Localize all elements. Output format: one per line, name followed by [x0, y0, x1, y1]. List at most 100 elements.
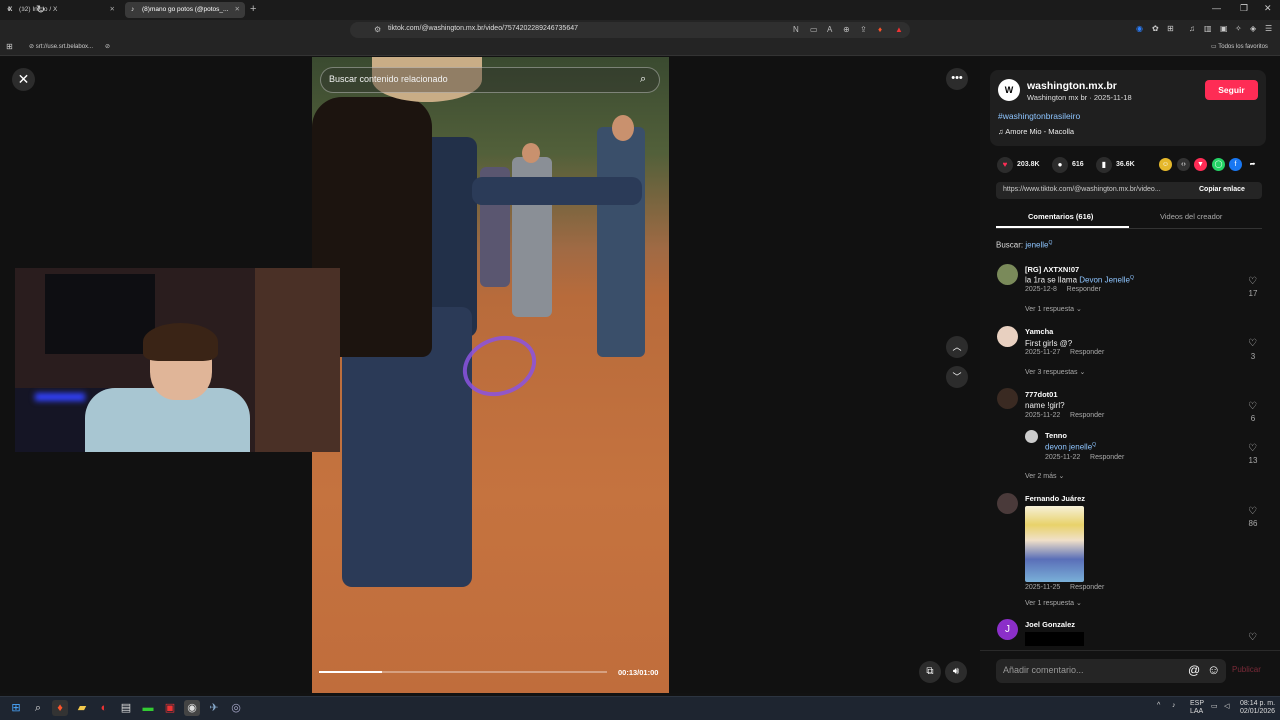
app-icon[interactable]: ▤ — [118, 700, 134, 716]
comment-avatar[interactable] — [997, 326, 1018, 347]
reply-avatar[interactable] — [1025, 430, 1038, 443]
tab-creator-videos[interactable]: Videos del creador — [1160, 212, 1222, 221]
close-window-icon[interactable]: ✕ — [1264, 3, 1272, 14]
reply-button[interactable]: Responder — [1070, 412, 1104, 419]
terminal-icon[interactable]: ▬ — [140, 700, 156, 716]
comment-like-icon[interactable]: ♡ — [1248, 443, 1257, 454]
tab-comments[interactable]: Comentarios (616) — [1028, 212, 1093, 221]
reply-button[interactable]: Responder — [1067, 286, 1101, 293]
forward-icon[interactable]: › — [22, 3, 26, 15]
reply-author[interactable]: Tenno — [1045, 431, 1067, 440]
reply-button[interactable]: Responder — [1070, 584, 1104, 591]
floating-player-button[interactable]: ⧉ — [919, 661, 941, 683]
post-comment-button[interactable]: Publicar — [1232, 665, 1261, 674]
media-icon[interactable]: ♫ — [1189, 24, 1195, 33]
reply-button[interactable]: Responder — [1070, 349, 1104, 356]
comment-like-icon[interactable]: ♡ — [1248, 506, 1257, 517]
save-button[interactable]: ▮ — [1096, 157, 1112, 173]
wallet-icon[interactable]: ▣ — [1220, 24, 1228, 33]
copy-link-button[interactable]: Copiar enlace — [1199, 186, 1245, 193]
comment-button[interactable]: ● — [1052, 157, 1068, 173]
app-icon[interactable]: ◎ — [228, 700, 244, 716]
menu-icon[interactable]: ☰ — [1265, 24, 1272, 33]
comment-image-preview[interactable] — [1025, 632, 1084, 646]
mention-icon[interactable]: @ — [1188, 663, 1200, 677]
mic-icon[interactable]: ♪ — [1172, 702, 1176, 709]
like-button[interactable]: ♥ — [997, 157, 1013, 173]
comment-author[interactable]: [RG] ΛXTXN!07 — [1025, 265, 1079, 274]
next-video-button[interactable]: ﹀ — [946, 366, 968, 388]
comment-sticker-image[interactable] — [1025, 506, 1084, 582]
share-more-button[interactable]: ➦ — [1246, 158, 1259, 171]
app-icon[interactable]: ◐ — [96, 700, 112, 716]
sidebar-icon[interactable]: ▥ — [1204, 24, 1212, 33]
language-indicator[interactable]: ESP LAA — [1190, 700, 1204, 716]
minimize-icon[interactable]: — — [1212, 3, 1221, 13]
network-icon[interactable]: ▭ — [1211, 702, 1218, 710]
music-link[interactable]: ♫ Amore Mio - Macolla — [998, 127, 1074, 136]
volume-tray-icon[interactable]: ◁ — [1224, 702, 1229, 710]
site-info-icon[interactable]: ⚙ — [374, 25, 381, 34]
emoji-icon[interactable]: ☺ — [1207, 662, 1220, 677]
extension-icon[interactable]: ✿ — [1152, 24, 1159, 33]
translate-icon[interactable]: A — [827, 25, 832, 34]
view-replies[interactable]: Ver 1 respuesta ⌄ — [1025, 599, 1082, 607]
video-player[interactable] — [312, 57, 669, 693]
comment-like-icon[interactable]: ♡ — [1248, 401, 1257, 412]
start-icon[interactable]: ⊞ — [8, 700, 24, 716]
brave-shield-icon[interactable]: ♦ — [878, 25, 882, 34]
all-bookmarks[interactable]: ▭ Todos los favoritos — [1211, 43, 1268, 50]
share-friends-button[interactable]: ☺ — [1159, 158, 1172, 171]
view-replies[interactable]: Ver 1 respuesta ⌄ — [1025, 305, 1082, 313]
new-tab-button[interactable]: + — [250, 3, 256, 15]
creator-name[interactable]: washington.mx.br — [1027, 80, 1117, 92]
tab-tiktok[interactable]: ♪ (8)mano go potos (@potos_... ✕ — [125, 2, 245, 18]
follow-button[interactable]: Seguir — [1205, 80, 1258, 100]
leo-icon[interactable]: ✧ — [1235, 24, 1242, 33]
previous-video-button[interactable]: ︿ — [946, 336, 968, 358]
reload-icon[interactable]: ↻ — [36, 3, 45, 16]
reply-button[interactable]: Responder — [1090, 454, 1124, 461]
zoom-icon[interactable]: ⊕ — [843, 25, 850, 34]
creator-avatar[interactable]: W — [998, 79, 1020, 101]
comment-author[interactable]: Yamcha — [1025, 327, 1053, 336]
reply-search-link[interactable]: devon jenelle — [1045, 443, 1092, 452]
view-replies[interactable]: Ver 3 respuestas ⌄ — [1025, 368, 1085, 376]
obs-icon[interactable]: ◉ — [184, 700, 200, 716]
steam-icon[interactable]: ✈ — [206, 700, 222, 716]
tab-x-home[interactable]: X (12) Inicio / X ✕ — [2, 2, 120, 18]
rewards-icon[interactable]: ▲ — [895, 25, 903, 34]
comment-avatar[interactable] — [997, 264, 1018, 285]
more-options-button[interactable]: ••• — [946, 68, 968, 90]
share-link-text[interactable]: https://www.tiktok.com/@washington.mx.br… — [1003, 186, 1161, 193]
comment-like-icon[interactable]: ♡ — [1248, 276, 1257, 287]
url-text[interactable]: tiktok.com/@washington.mx.br/video/75742… — [388, 25, 578, 32]
whatsapp-button[interactable]: ◯ — [1212, 158, 1225, 171]
comment-like-icon[interactable]: ♡ — [1248, 632, 1257, 643]
app-icon[interactable]: ▣ — [162, 700, 178, 716]
clock[interactable]: 08:14 p. m. 02/01/2026 — [1240, 700, 1275, 716]
hashtag-link[interactable]: #washingtonbrasileiro — [998, 111, 1080, 121]
close-video-button[interactable]: ✕ — [12, 68, 35, 91]
comment-avatar[interactable] — [997, 388, 1018, 409]
file-explorer-icon[interactable]: ▰ — [74, 700, 90, 716]
close-tab-icon[interactable]: ✕ — [235, 2, 240, 18]
tray-chevron-icon[interactable]: ^ — [1157, 702, 1160, 709]
cast-icon[interactable]: ▭ — [810, 25, 818, 34]
maximize-icon[interactable]: ❐ — [1240, 3, 1248, 14]
comment-author[interactable]: 777dot01 — [1025, 390, 1058, 399]
search-icon[interactable]: ⌕ — [640, 73, 646, 86]
view-more-replies[interactable]: Ver 2 más ⌄ — [1025, 472, 1064, 480]
comment-search-link[interactable]: Devon Jenelle — [1079, 276, 1130, 285]
apps-icon[interactable]: ⊞ — [6, 42, 13, 51]
volume-button[interactable]: 🔊︎ — [945, 661, 967, 683]
bookmark-item[interactable]: ⊘ srt://use.srt.belabox... — [29, 43, 93, 50]
vpn-icon[interactable]: ◈ — [1250, 24, 1256, 33]
reader-mode-icon[interactable]: N — [793, 25, 799, 34]
extension-icon[interactable]: ⊞ — [1167, 24, 1174, 33]
comment-avatar[interactable] — [997, 493, 1018, 514]
embed-button[interactable]: ‹› — [1177, 158, 1190, 171]
extension-icon[interactable]: ◉ — [1136, 24, 1143, 33]
back-icon[interactable]: ‹ — [7, 3, 11, 15]
comment-avatar[interactable]: J — [997, 619, 1018, 640]
